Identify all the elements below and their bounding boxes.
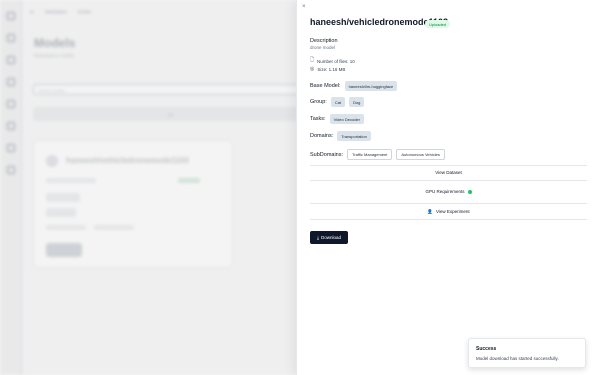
- disk-icon: ◎: [310, 66, 315, 72]
- base-model-chip: haneesh/llm-huggingface: [344, 81, 398, 91]
- view-dataset-toggle[interactable]: View Dataset: [310, 168, 587, 177]
- domains-label: Domains:: [310, 133, 334, 139]
- file-count-text: Number of files: 10: [317, 58, 355, 64]
- task-chip: Video Decoder: [329, 114, 364, 124]
- group-chip: Cat: [330, 97, 346, 107]
- description-label: Description: [310, 38, 338, 44]
- success-toast[interactable]: Success Model download has started succe…: [468, 338, 586, 368]
- close-icon[interactable]: ×: [302, 4, 306, 10]
- file-icon: 🗋: [310, 57, 315, 63]
- group-chip: Dog: [349, 97, 365, 107]
- download-button[interactable]: ⤓ Download: [310, 231, 348, 244]
- status-badge: Uploaded: [425, 20, 451, 28]
- model-details-drawer: × haneesh/vehicledronemode1103 Uploaded …: [296, 0, 592, 375]
- group-row: Group: Cat Dog: [310, 97, 365, 107]
- status-dot-icon: [467, 189, 472, 194]
- subdomains-label: SubDomains:: [310, 151, 344, 158]
- divider: [310, 219, 587, 220]
- subdomain-chip: Traffic Management: [347, 149, 393, 160]
- gpu-requirements-toggle[interactable]: GPU Requirements: [310, 187, 587, 196]
- download-label: Download: [320, 235, 341, 240]
- toast-title: Success: [476, 346, 497, 352]
- toast-message: Model download has started successfully.: [476, 356, 559, 361]
- download-icon: ⤓: [316, 235, 319, 240]
- base-model-row: Base Model: haneesh/llm-huggingface: [310, 81, 398, 91]
- divider: [310, 165, 587, 166]
- view-experiment-label: View Experiment: [435, 209, 470, 214]
- domain-chip: Transportation: [337, 131, 371, 141]
- base-model-label: Base Model:: [310, 83, 341, 89]
- size-row: ◎ Size: 1.16 MB: [310, 66, 345, 72]
- view-experiment-button[interactable]: 👤 View Experiment: [310, 207, 587, 216]
- subdomains-row: SubDomains: Traffic Management Autonomou…: [310, 149, 445, 160]
- gpu-requirements-label: GPU Requirements: [425, 189, 465, 194]
- divider: [310, 203, 587, 204]
- subdomain-chip: Autonomous Vehicles: [396, 149, 445, 160]
- modal-overlay[interactable]: [0, 0, 296, 375]
- view-dataset-label: View Dataset: [435, 170, 462, 175]
- group-label: Group:: [310, 99, 327, 105]
- tasks-label: Tasks:: [310, 116, 326, 122]
- tasks-row: Tasks: Video Decoder: [310, 114, 364, 124]
- description-value: drone model: [310, 45, 336, 50]
- size-text: Size: 1.16 MB: [317, 66, 346, 72]
- person-icon: 👤: [427, 208, 433, 214]
- divider: [310, 180, 587, 181]
- file-count-row: 🗋 Number of files: 10: [310, 57, 355, 65]
- domains-row: Domains: Transportation: [310, 131, 371, 141]
